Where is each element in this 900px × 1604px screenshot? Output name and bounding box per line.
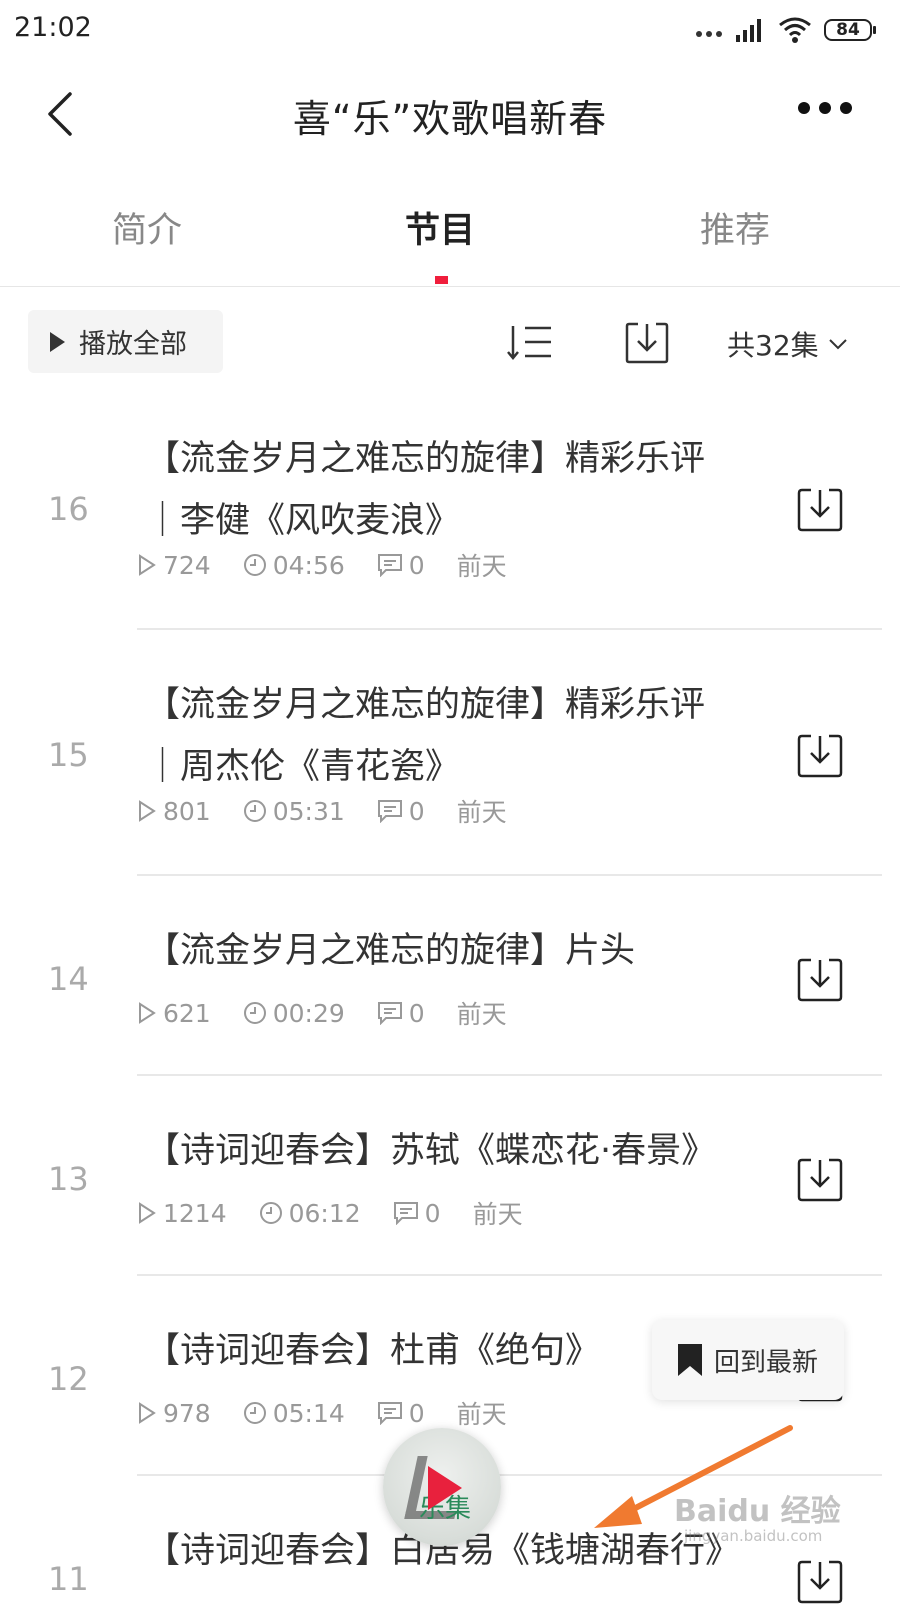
tab-recommend[interactable]: 推荐 (625, 202, 845, 253)
episode-date: 前天 (456, 1400, 507, 1429)
episode-title: 【流金岁月之难忘的旋律】片头 (145, 931, 636, 971)
episode-meta: 801 05:31 0 前天 (137, 794, 539, 828)
clock-icon (243, 1002, 266, 1024)
comment-icon (393, 1202, 418, 1225)
status-time: 21:02 (14, 12, 92, 43)
episode-meta: 724 04:56 0 前天 (137, 548, 539, 582)
play-all-label: 播放全部 (79, 329, 187, 360)
download-icon[interactable] (796, 1156, 844, 1202)
episode-number: 14 (48, 960, 89, 998)
tab-bar: 简介 节目 推荐 (0, 170, 900, 287)
episode-date: 前天 (456, 798, 507, 827)
page-title: 喜“乐”欢歌唱新春 (292, 97, 608, 141)
clock-icon (259, 1202, 282, 1224)
watermark-sub: jingyan.baidu.com (684, 1527, 823, 1545)
tab-intro[interactable]: 简介 (37, 202, 257, 253)
back-to-latest-button[interactable]: 回到最新 (652, 1320, 844, 1400)
episode-date: 前天 (456, 1000, 507, 1029)
play-icon (50, 331, 65, 352)
list-toolbar: 播放全部 共32集 (0, 310, 900, 376)
divider (137, 628, 882, 630)
play-icon (139, 1402, 156, 1424)
play-icon (139, 800, 156, 822)
episode-number: 12 (48, 1360, 89, 1398)
clock-icon (243, 800, 266, 822)
tab-programs[interactable]: 节目 (330, 202, 550, 253)
watermark: Baidu 经验 (674, 1494, 841, 1529)
divider (137, 1074, 882, 1076)
notification-dots-icon (696, 31, 722, 37)
episode-date: 前天 (456, 552, 507, 581)
download-icon[interactable] (796, 486, 844, 532)
comment-icon (377, 1402, 402, 1425)
tab-active-indicator (435, 276, 448, 284)
episode-meta: 1214 06:12 0 前天 (137, 1196, 555, 1230)
sort-order-icon[interactable] (505, 322, 555, 362)
header: 喜“乐”欢歌唱新春 (0, 62, 900, 166)
divider (137, 874, 882, 876)
divider (137, 1274, 882, 1276)
comment-icon (377, 554, 402, 577)
episode-number: 13 (48, 1160, 89, 1198)
download-icon[interactable] (796, 956, 844, 1002)
episode-title: 【诗词迎春会】苏轼《蝶恋花·春景》 (145, 1131, 717, 1171)
episode-meta: 978 05:14 0 前天 (137, 1396, 539, 1430)
more-dots-icon[interactable] (798, 102, 852, 114)
back-to-latest-label: 回到最新 (714, 1347, 819, 1378)
status-icons: 84 (696, 14, 876, 46)
play-icon (428, 1466, 462, 1510)
episode-number: 16 (48, 490, 89, 528)
play-icon (139, 554, 156, 576)
clock-icon (243, 1402, 266, 1424)
play-icon (139, 1002, 156, 1024)
episode-number: 15 (48, 736, 89, 774)
comment-icon (377, 1002, 402, 1025)
chevron-down-icon (828, 339, 847, 350)
play-icon (139, 1202, 156, 1224)
comment-icon (377, 800, 402, 823)
episode-count-dropdown[interactable]: 共32集 (727, 324, 849, 364)
play-all-button[interactable]: 播放全部 (28, 310, 223, 373)
mini-player-button[interactable]: 乐集 (383, 1428, 501, 1546)
signal-icon (736, 19, 761, 42)
download-icon[interactable] (624, 318, 670, 364)
clock-icon (243, 554, 266, 576)
download-icon[interactable] (796, 1558, 844, 1604)
wifi-icon (779, 17, 811, 43)
bookmark-icon (678, 1344, 702, 1376)
download-icon[interactable] (796, 732, 844, 778)
episode-number: 11 (48, 1560, 89, 1598)
battery-icon: 84 (824, 19, 876, 41)
episode-title: 【流金岁月之难忘的旋律】精彩乐评 ｜周杰伦《青花瓷》 (145, 685, 706, 787)
episode-date: 前天 (472, 1200, 523, 1229)
episode-count-label: 共32集 (727, 329, 819, 362)
episode-meta: 621 00:29 0 前天 (137, 996, 539, 1030)
status-bar: 21:02 84 (0, 0, 900, 62)
episode-title: 【流金岁月之难忘的旋律】精彩乐评 ｜李健《风吹麦浪》 (145, 439, 706, 541)
